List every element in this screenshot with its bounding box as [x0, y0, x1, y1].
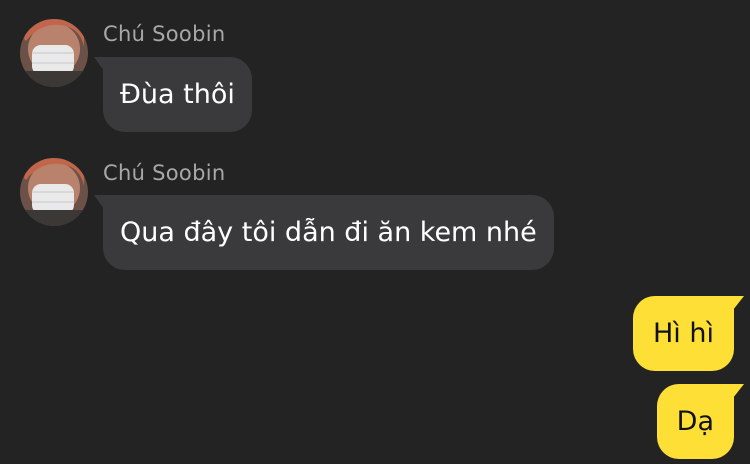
- outgoing-message-bubble[interactable]: Dạ: [656, 384, 745, 459]
- chat-thread[interactable]: Chú Soobin Đùa thôi Chú Soobin Qua đây t…: [0, 0, 750, 464]
- sender-avatar[interactable]: [20, 158, 88, 226]
- incoming-message-bubble[interactable]: Đùa thôi: [94, 57, 252, 132]
- incoming-message-bubble[interactable]: Qua đây tôi dẫn đi ăn kem nhé: [94, 195, 554, 270]
- sender-name: Chú Soobin: [103, 22, 226, 46]
- person-face-mask-avatar-icon: [20, 158, 88, 226]
- sender-name: Chú Soobin: [103, 161, 226, 185]
- person-face-mask-avatar-icon: [20, 19, 88, 87]
- sender-avatar[interactable]: [20, 19, 88, 87]
- outgoing-message-bubble[interactable]: Hì hì: [632, 296, 745, 371]
